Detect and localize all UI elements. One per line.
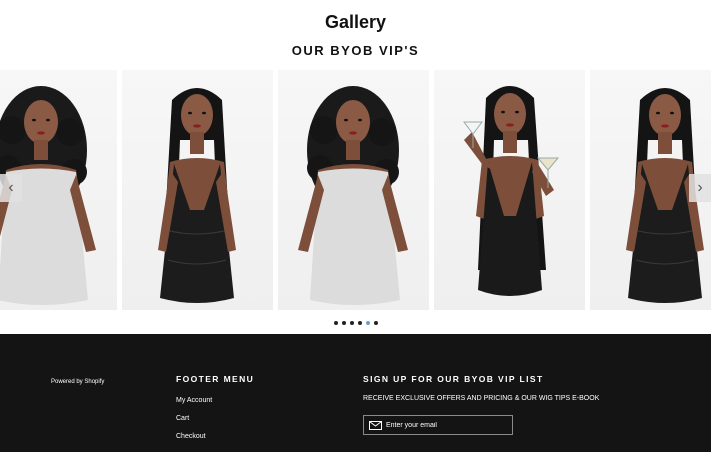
slider-dot-1[interactable] xyxy=(333,321,338,325)
slider-dot-4[interactable] xyxy=(357,321,362,325)
chevron-right-icon: › xyxy=(697,179,703,196)
footer-link-cart[interactable]: Cart xyxy=(176,415,189,422)
footer-menu-heading: FOOTER MENU xyxy=(176,374,255,384)
slider-dot-6[interactable] xyxy=(373,321,378,325)
site-footer: Powered by Shopify FOOTER MENU My Accoun… xyxy=(0,334,711,452)
signup-heading: SIGN UP FOR OUR BYOB VIP LIST xyxy=(363,374,544,384)
model-photo-3 xyxy=(298,86,408,305)
gallery-slide-2[interactable] xyxy=(122,70,273,310)
gallery-title: Gallery xyxy=(324,12,387,32)
gallery-slide-4[interactable] xyxy=(434,70,585,310)
slider-dot-3[interactable] xyxy=(349,321,354,325)
signup-description: RECEIVE EXCLUSIVE OFFERS AND PRICING & O… xyxy=(363,395,600,402)
slider-dot-5[interactable] xyxy=(365,321,370,325)
gallery-subtitle: OUR BYOB VIP'S xyxy=(291,43,420,58)
footer-link-my-account[interactable]: My Account xyxy=(176,397,212,404)
model-photo-2 xyxy=(158,88,236,303)
model-photo-4 xyxy=(463,86,560,296)
slider-dot-2[interactable] xyxy=(341,321,346,325)
slider-prev-button[interactable]: ‹ xyxy=(0,174,22,202)
slider-dots xyxy=(0,321,711,325)
chevron-left-icon: ‹ xyxy=(8,179,14,196)
powered-by-shopify-link[interactable]: Powered by Shopify xyxy=(51,379,104,385)
email-signup-field[interactable] xyxy=(363,415,513,435)
gallery-slider[interactable]: ‹ › xyxy=(0,70,711,310)
gallery-slide-3[interactable] xyxy=(278,70,429,310)
slider-next-button[interactable]: › xyxy=(689,174,711,202)
footer-link-checkout[interactable]: Checkout xyxy=(176,433,206,440)
envelope-icon xyxy=(369,420,382,430)
email-input[interactable] xyxy=(386,421,506,429)
